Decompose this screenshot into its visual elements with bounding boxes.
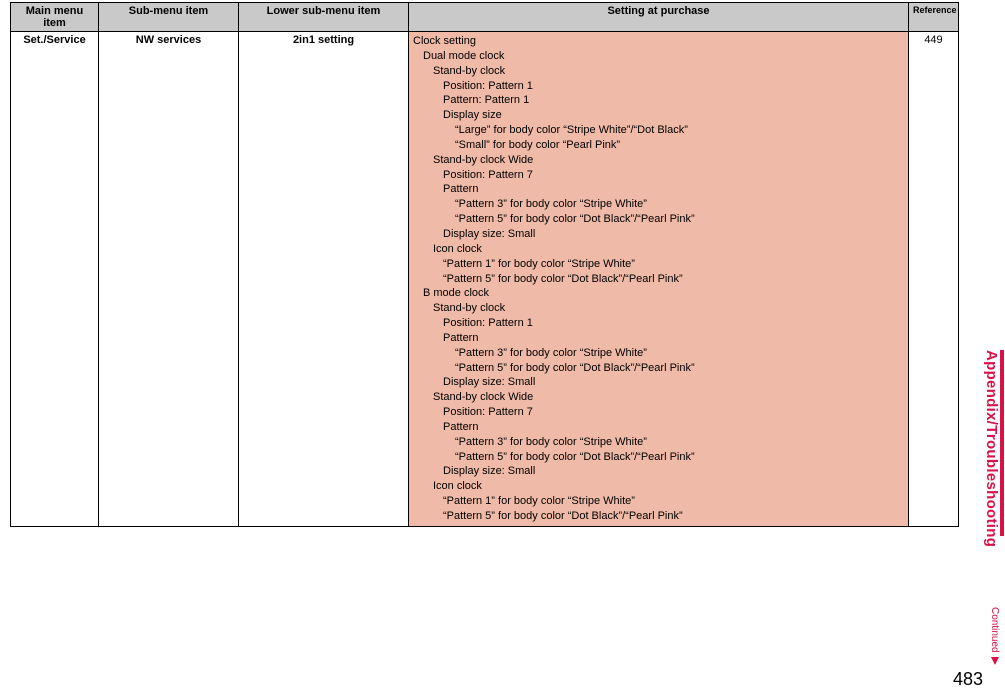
setting-line: “Pattern 5” for body color “Dot Black”/“…	[411, 212, 902, 227]
setting-line: Stand-by clock Wide	[411, 153, 902, 168]
menu-settings-table-page: Main menu item Sub-menu item Lower sub-m…	[10, 2, 958, 527]
setting-line: Stand-by clock	[411, 64, 902, 79]
setting-line: “Small” for body color “Pearl Pink”	[411, 138, 902, 153]
setting-line: Position: Pattern 1	[411, 316, 902, 331]
table-header-row: Main menu item Sub-menu item Lower sub-m…	[11, 3, 959, 32]
setting-line: B mode clock	[411, 286, 902, 301]
setting-line: Dual mode clock	[411, 49, 902, 64]
continued-arrow-icon	[991, 657, 999, 665]
setting-line: Pattern	[411, 420, 902, 435]
setting-line: Display size: Small	[411, 227, 902, 242]
setting-line: Pattern	[411, 182, 902, 197]
setting-line: Icon clock	[411, 479, 902, 494]
th-setting: Setting at purchase	[409, 3, 909, 32]
table-row: Set./Service NW services 2in1 setting Cl…	[11, 32, 959, 527]
setting-line: Pattern: Pattern 1	[411, 93, 902, 108]
section-tab-label: Appendix/Troubleshooting	[983, 350, 1000, 547]
setting-line: “Pattern 1” for body color “Stripe White…	[411, 494, 902, 509]
setting-line: Position: Pattern 7	[411, 168, 902, 183]
cell-main-menu: Set./Service	[11, 32, 99, 527]
th-sub-menu: Sub-menu item	[99, 3, 239, 32]
setting-line: “Pattern 1” for body color “Stripe White…	[411, 257, 902, 272]
settings-table: Main menu item Sub-menu item Lower sub-m…	[10, 2, 959, 527]
setting-line: Position: Pattern 7	[411, 405, 902, 420]
setting-line: Clock setting	[411, 34, 902, 49]
setting-line: Display size	[411, 108, 902, 123]
setting-line: “Pattern 3” for body color “Stripe White…	[411, 435, 902, 450]
setting-line: Position: Pattern 1	[411, 79, 902, 94]
setting-line: “Pattern 5” for body color “Dot Black”/“…	[411, 272, 902, 287]
setting-line: Stand-by clock	[411, 301, 902, 316]
cell-sub-menu: NW services	[99, 32, 239, 527]
setting-line: Icon clock	[411, 242, 902, 257]
cell-reference: 449	[909, 32, 959, 527]
th-lower-sub-menu: Lower sub-menu item	[239, 3, 409, 32]
setting-line: “Pattern 3” for body color “Stripe White…	[411, 197, 902, 212]
continued-label: Continued	[989, 607, 1000, 653]
page-number: 483	[953, 669, 983, 690]
th-main-menu: Main menu item	[11, 3, 99, 32]
setting-line: Pattern	[411, 331, 902, 346]
setting-line: “Pattern 5” for body color “Dot Black”/“…	[411, 450, 902, 465]
setting-line: “Pattern 3” for body color “Stripe White…	[411, 346, 902, 361]
cell-setting: Clock settingDual mode clockStand-by clo…	[409, 32, 909, 527]
th-reference: Reference	[909, 3, 959, 32]
setting-line: “Pattern 5” for body color “Dot Black”/“…	[411, 361, 902, 376]
setting-line: Stand-by clock Wide	[411, 390, 902, 405]
setting-line: “Large” for body color “Stripe White”/“D…	[411, 123, 902, 138]
setting-line: Display size: Small	[411, 464, 902, 479]
cell-lower-sub-menu: 2in1 setting	[239, 32, 409, 527]
side-accent-bar	[1000, 350, 1004, 536]
setting-line: Display size: Small	[411, 375, 902, 390]
setting-line: “Pattern 5” for body color “Dot Black”/“…	[411, 509, 902, 524]
